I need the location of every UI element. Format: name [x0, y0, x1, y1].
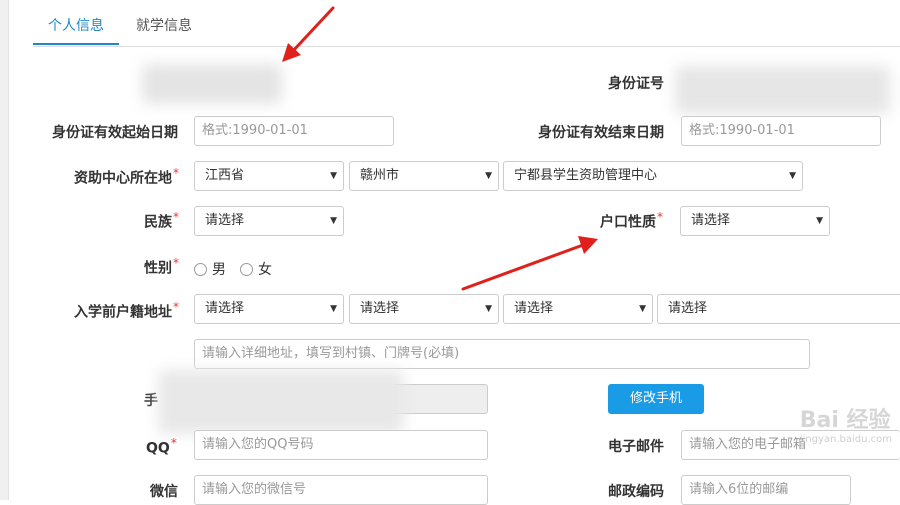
- id-start-date-input[interactable]: 格式:1990-01-01: [194, 116, 394, 146]
- address-detail-input[interactable]: 请输入详细地址，填写到村镇、门牌号(必填): [194, 339, 810, 369]
- postal-code-label: 邮政编码: [608, 484, 664, 500]
- change-phone-button[interactable]: 修改手机: [608, 384, 704, 414]
- left-window-edge: [0, 0, 9, 500]
- address-town-select[interactable]: 请选择: [657, 294, 900, 324]
- baidu-watermark: Bai 经验 jingyan.baidu.com: [800, 402, 892, 445]
- select-value: 请选择: [691, 213, 731, 228]
- address-county-select[interactable]: 请选择 ▼: [503, 294, 653, 324]
- household-type-label: 户口性质*: [600, 210, 663, 231]
- chevron-down-icon: ▼: [330, 171, 337, 181]
- id-end-date-input[interactable]: 格式:1990-01-01: [681, 116, 881, 146]
- wechat-input[interactable]: 请输入您的微信号: [194, 475, 488, 505]
- required-mark: *: [657, 210, 663, 224]
- radio-icon[interactable]: [194, 262, 207, 276]
- required-mark: *: [173, 210, 179, 224]
- chevron-down-icon: ▼: [639, 304, 646, 314]
- select-value: 请选择: [668, 301, 708, 316]
- gender-male-option[interactable]: 男: [194, 259, 226, 279]
- watermark-url: jingyan.baidu.com: [799, 434, 892, 445]
- gender-male-label: 男: [212, 262, 226, 278]
- aid-center-name-select[interactable]: 宁都县学生资助管理中心 ▼: [503, 161, 803, 191]
- gender-female-label: 女: [258, 262, 272, 278]
- gender-label: 性别*: [144, 256, 179, 277]
- ethnicity-select[interactable]: 请选择 ▼: [194, 206, 344, 236]
- gender-female-option[interactable]: 女: [240, 259, 272, 279]
- select-value: 请选择: [205, 301, 245, 316]
- annotation-arrow-2: [461, 236, 598, 291]
- watermark-brand: Bai 经验: [799, 408, 891, 433]
- required-mark: *: [173, 256, 179, 270]
- blurred-phone-region: [158, 370, 404, 434]
- required-mark: *: [170, 436, 177, 450]
- aid-center-label: 资助中心所在地*: [74, 166, 179, 187]
- chevron-down-icon: ▼: [485, 304, 492, 314]
- blurred-name-region: [142, 64, 282, 104]
- chevron-down-icon: ▼: [330, 304, 337, 314]
- chevron-down-icon: ▼: [789, 171, 796, 181]
- select-value: 江西省: [205, 168, 245, 183]
- address-city-select[interactable]: 请选择 ▼: [349, 294, 499, 324]
- postal-code-input[interactable]: 请输入6位的邮编: [681, 475, 851, 505]
- select-value: 赣州市: [360, 168, 400, 183]
- select-value: 请选择: [514, 301, 554, 316]
- qq-label: QQ*: [146, 436, 177, 457]
- tab-study-info[interactable]: 就学信息: [136, 15, 192, 35]
- id-start-date-label: 身份证有效起始日期: [52, 125, 178, 141]
- aid-center-city-select[interactable]: 赣州市 ▼: [349, 161, 499, 191]
- chevron-down-icon: ▼: [330, 216, 337, 226]
- ethnicity-label: 民族*: [144, 210, 179, 231]
- id-end-date-label: 身份证有效结束日期: [538, 125, 664, 141]
- required-mark: *: [173, 300, 179, 314]
- qq-input[interactable]: 请输入您的QQ号码: [194, 430, 488, 460]
- address-province-select[interactable]: 请选择 ▼: [194, 294, 344, 324]
- id-number-label: 身份证号: [608, 76, 664, 92]
- wechat-label: 微信: [150, 484, 178, 500]
- select-value: 请选择: [360, 301, 400, 316]
- active-tab-indicator: [33, 43, 119, 45]
- aid-center-province-select[interactable]: 江西省 ▼: [194, 161, 344, 191]
- blurred-id-number: [675, 66, 890, 114]
- tab-bar: 个人信息 就学信息: [33, 0, 900, 47]
- household-type-select[interactable]: 请选择 ▼: [680, 206, 830, 236]
- required-mark: *: [173, 166, 179, 180]
- chevron-down-icon: ▼: [816, 216, 823, 226]
- email-label: 电子邮件: [608, 439, 664, 455]
- radio-icon[interactable]: [240, 262, 253, 276]
- household-address-label: 入学前户籍地址*: [74, 300, 179, 321]
- phone-label: 手: [144, 393, 158, 409]
- select-value: 请选择: [205, 213, 245, 228]
- chevron-down-icon: ▼: [485, 171, 492, 181]
- select-value: 宁都县学生资助管理中心: [514, 168, 658, 183]
- tab-personal-info[interactable]: 个人信息: [48, 15, 104, 35]
